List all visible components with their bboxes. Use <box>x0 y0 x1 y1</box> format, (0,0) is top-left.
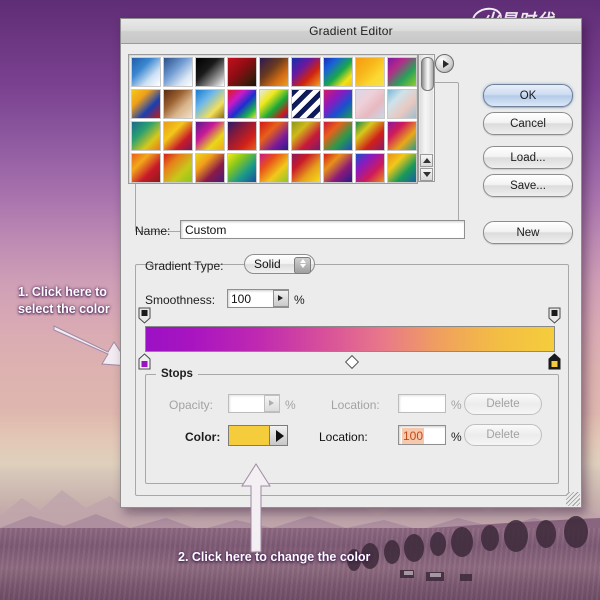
preset-swatch-grid <box>129 55 417 183</box>
color-location-label: Location: <box>319 430 368 444</box>
color-label: Color: <box>185 430 221 444</box>
preset-swatch[interactable] <box>227 89 257 119</box>
preset-swatch[interactable] <box>387 121 417 151</box>
delete-opacity-stop-button[interactable]: Delete <box>464 393 542 415</box>
preset-swatch[interactable] <box>291 89 321 119</box>
name-label: Name: <box>135 224 171 238</box>
preset-swatch[interactable] <box>131 57 161 87</box>
preset-swatch[interactable] <box>163 57 193 87</box>
opacity-popup-button[interactable] <box>264 395 280 412</box>
preset-swatch[interactable] <box>323 57 353 87</box>
preset-swatch[interactable] <box>323 89 353 119</box>
preset-swatch[interactable] <box>323 153 353 183</box>
save-button[interactable]: Save... <box>483 174 573 197</box>
preset-swatch[interactable] <box>227 153 257 183</box>
stops-legend: Stops <box>156 368 198 380</box>
name-input[interactable]: Custom <box>180 220 465 239</box>
color-location-value: 100 <box>402 428 425 444</box>
scrollbar-thumb[interactable] <box>421 57 434 91</box>
resize-grip-icon[interactable] <box>566 492 580 506</box>
color-stop-end-selected[interactable] <box>548 353 561 370</box>
load-button[interactable]: Load... <box>483 146 573 169</box>
opacity-stop-end[interactable] <box>548 307 561 324</box>
preset-swatch[interactable] <box>291 153 321 183</box>
preset-swatch[interactable] <box>195 89 225 119</box>
scroll-up-arrow-icon[interactable] <box>420 154 433 167</box>
gradient-preview-bar[interactable] <box>145 326 555 352</box>
presets-flyout-button[interactable] <box>435 54 454 73</box>
preset-swatch[interactable] <box>355 57 385 87</box>
preset-swatch[interactable] <box>131 153 161 183</box>
gradient-type-label: Gradient Type: <box>145 259 224 273</box>
annotation-step-1: 1. Click here to select the color <box>18 285 110 316</box>
presets-scrollbar[interactable] <box>418 54 435 182</box>
color-swatch[interactable] <box>229 426 270 445</box>
annotation-step-2: 2. Click here to change the color <box>178 550 371 564</box>
gradient-type-value: Solid <box>254 257 281 271</box>
preset-swatch[interactable] <box>195 121 225 151</box>
preset-swatch[interactable] <box>227 121 257 151</box>
popup-triangle-icon <box>269 400 274 406</box>
delete-color-stop-button[interactable]: Delete <box>464 424 542 446</box>
opacity-unit: % <box>285 398 296 412</box>
flyout-triangle-icon <box>442 59 449 68</box>
preset-swatch[interactable] <box>259 89 289 119</box>
preset-swatch[interactable] <box>227 57 257 87</box>
smoothness-label: Smoothness: <box>145 293 216 307</box>
preset-swatch[interactable] <box>387 153 417 183</box>
preset-swatch[interactable] <box>259 153 289 183</box>
smoothness-popup-button[interactable] <box>273 290 289 307</box>
treeline-and-village <box>347 516 588 581</box>
color-location-unit: % <box>451 430 462 444</box>
preset-swatch[interactable] <box>163 121 193 151</box>
dialog-title: Gradient Editor <box>309 24 393 38</box>
stepper-arrows-icon[interactable] <box>294 257 311 274</box>
preset-swatch[interactable] <box>355 89 385 119</box>
preset-swatch[interactable] <box>163 89 193 119</box>
preset-swatch[interactable] <box>291 57 321 87</box>
presets-list[interactable] <box>128 54 418 184</box>
new-button[interactable]: New <box>483 221 573 244</box>
scroll-down-arrow-icon[interactable] <box>420 168 433 181</box>
color-stop-start[interactable] <box>138 353 151 370</box>
opacity-location-label: Location: <box>331 398 380 412</box>
preset-swatch[interactable] <box>259 121 289 151</box>
popup-triangle-icon <box>278 295 283 301</box>
preset-swatch[interactable] <box>131 89 161 119</box>
pointer-arrow-icon <box>241 463 271 553</box>
dialog-titlebar[interactable]: Gradient Editor <box>121 19 581 44</box>
preset-swatch[interactable] <box>355 121 385 151</box>
cancel-button[interactable]: Cancel <box>483 112 573 135</box>
preset-swatch[interactable] <box>195 153 225 183</box>
preset-swatch[interactable] <box>195 57 225 87</box>
color-stop-swatch-button[interactable] <box>228 425 288 446</box>
gradient-type-select[interactable]: Solid <box>244 254 315 274</box>
ok-button[interactable]: OK <box>483 84 573 107</box>
opacity-stop-start[interactable] <box>138 307 151 324</box>
smoothness-unit: % <box>294 293 305 307</box>
opacity-label: Opacity: <box>169 398 214 412</box>
preset-swatch[interactable] <box>131 121 161 151</box>
opacity-location-unit: % <box>451 398 462 412</box>
preset-swatch[interactable] <box>355 153 385 183</box>
preset-swatch[interactable] <box>323 121 353 151</box>
preset-swatch[interactable] <box>291 121 321 151</box>
dialog-body: Presets OK Cancel Load... Save... New Na… <box>121 44 581 507</box>
preset-swatch[interactable] <box>163 153 193 183</box>
opacity-location-input[interactable] <box>398 394 446 413</box>
preset-swatch[interactable] <box>387 89 417 119</box>
color-dropdown-triangle-icon[interactable] <box>270 426 287 445</box>
preset-swatch[interactable] <box>387 57 417 87</box>
color-location-input[interactable]: 100 <box>398 425 446 445</box>
gradient-editor-dialog: Gradient Editor Presets OK Cancel Load..… <box>120 18 582 508</box>
preset-swatch[interactable] <box>259 57 289 87</box>
